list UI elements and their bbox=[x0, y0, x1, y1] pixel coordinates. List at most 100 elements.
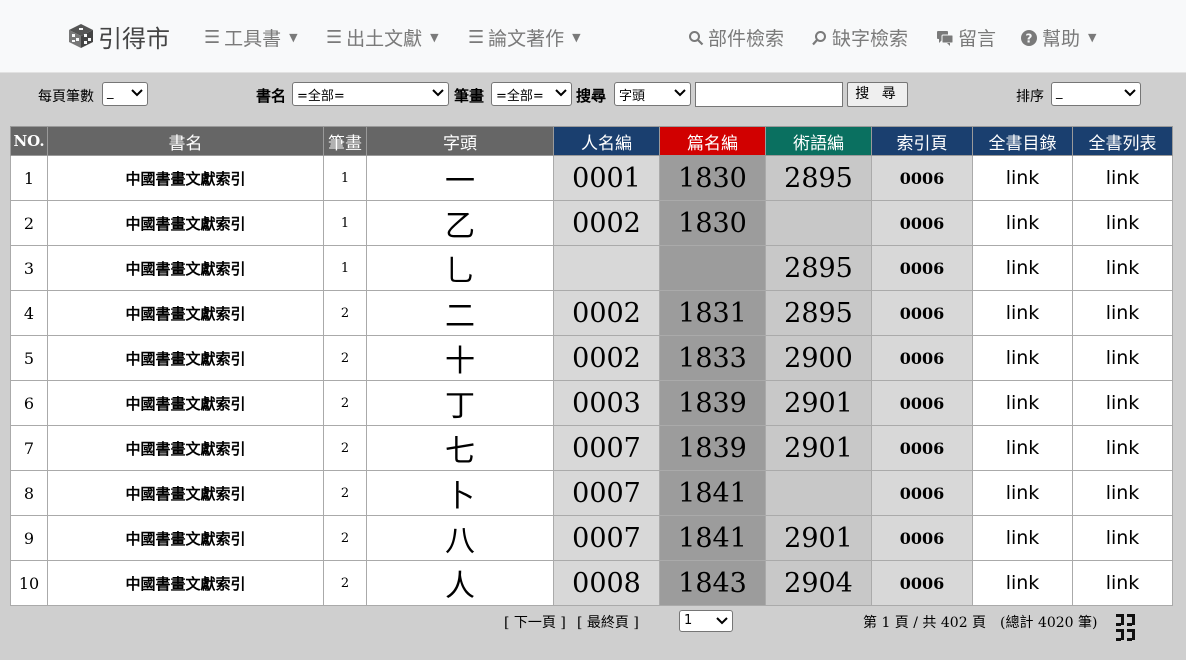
cell-title-index[interactable] bbox=[659, 245, 766, 291]
cell-no: 6 bbox=[10, 380, 48, 426]
cell-list-link[interactable]: link bbox=[1072, 380, 1173, 426]
cell-toc-link[interactable]: link bbox=[972, 425, 1073, 471]
cell-toc-link[interactable]: link bbox=[972, 380, 1073, 426]
cell-title-index[interactable]: 1830 bbox=[659, 155, 766, 201]
cell-toc-link[interactable]: link bbox=[972, 335, 1073, 381]
search-field-select[interactable]: 字頭 bbox=[614, 82, 691, 106]
search-icon bbox=[812, 30, 826, 45]
page-select[interactable]: 1 bbox=[679, 610, 733, 632]
col-header-list: 全書列表 bbox=[1072, 126, 1173, 156]
cell-title-index[interactable]: 1831 bbox=[659, 290, 766, 336]
book-select[interactable]: =全部= bbox=[292, 82, 449, 106]
cell-list-link[interactable]: link bbox=[1072, 515, 1173, 561]
cell-toc-link[interactable]: link bbox=[972, 245, 1073, 291]
cell-title-index[interactable]: 1839 bbox=[659, 380, 766, 426]
cell-toc-link[interactable]: link bbox=[972, 515, 1073, 561]
cell-list-link[interactable]: link bbox=[1072, 560, 1173, 606]
cell-person-index[interactable]: 0007 bbox=[553, 470, 660, 516]
cell-list-link[interactable]: link bbox=[1072, 470, 1173, 516]
cell-person-index[interactable]: 0003 bbox=[553, 380, 660, 426]
cell-list-link[interactable]: link bbox=[1072, 290, 1173, 336]
cell-index-page[interactable]: 0006 bbox=[871, 200, 973, 246]
cell-book: 中國書畫文獻索引 bbox=[47, 515, 324, 561]
nav-excavated-dropdown[interactable]: ☰ 出土文獻 ▼ bbox=[326, 24, 439, 51]
cell-title-index[interactable]: 1839 bbox=[659, 425, 766, 471]
cell-char: 乙 bbox=[366, 200, 554, 246]
cell-term-index[interactable] bbox=[765, 200, 872, 246]
nav-missing-char-search[interactable]: 缺字檢索 bbox=[812, 24, 908, 51]
cell-book: 中國書畫文獻索引 bbox=[47, 335, 324, 381]
cell-title-index[interactable]: 1833 bbox=[659, 335, 766, 381]
cell-title-index[interactable]: 1841 bbox=[659, 515, 766, 561]
cell-list-link[interactable]: link bbox=[1072, 425, 1173, 471]
cell-list-link[interactable]: link bbox=[1072, 335, 1173, 381]
cell-term-index[interactable]: 2895 bbox=[765, 155, 872, 201]
cell-strokes: 1 bbox=[323, 200, 367, 246]
cell-index-page[interactable]: 0006 bbox=[871, 380, 973, 426]
cell-index-page[interactable]: 0006 bbox=[871, 335, 973, 381]
cell-strokes: 2 bbox=[323, 380, 367, 426]
cell-person-index[interactable]: 0001 bbox=[553, 155, 660, 201]
next-page-link[interactable]: [ 下一頁 ] bbox=[504, 612, 566, 632]
table-body: 1 中國書畫文獻索引 1 一 0001 1830 2895 0006 link link 2 中國書畫… bbox=[10, 155, 1173, 606]
col-header-no: NO. bbox=[10, 126, 48, 156]
last-page-link[interactable]: [ 最終頁 ] bbox=[577, 612, 639, 632]
cell-index-page[interactable]: 0006 bbox=[871, 470, 973, 516]
cell-person-index[interactable]: 0008 bbox=[553, 560, 660, 606]
cell-person-index[interactable]: 0002 bbox=[553, 200, 660, 246]
cell-title-index[interactable]: 1843 bbox=[659, 560, 766, 606]
nav-tools-dropdown[interactable]: ☰ 工具書 ▼ bbox=[204, 24, 298, 51]
cell-toc-link[interactable]: link bbox=[972, 470, 1073, 516]
cell-index-page[interactable]: 0006 bbox=[871, 290, 973, 336]
cell-book: 中國書畫文獻索引 bbox=[47, 290, 324, 336]
cell-person-index[interactable]: 0007 bbox=[553, 515, 660, 561]
cell-term-index[interactable] bbox=[765, 470, 872, 516]
chevron-down-icon bbox=[674, 89, 686, 97]
cell-index-page[interactable]: 0006 bbox=[871, 155, 973, 201]
cell-term-index[interactable]: 2904 bbox=[765, 560, 872, 606]
cell-person-index[interactable]: 0002 bbox=[553, 335, 660, 381]
per-page-select[interactable]: _ bbox=[102, 82, 148, 106]
cell-toc-link[interactable]: link bbox=[972, 560, 1073, 606]
stroke-label: 筆畫 bbox=[454, 87, 485, 105]
cell-book: 中國書畫文獻索引 bbox=[47, 560, 324, 606]
search-button[interactable]: 搜 尋 bbox=[847, 82, 908, 107]
nav-message-label: 留言 bbox=[958, 28, 997, 50]
col-header-char: 字頭 bbox=[366, 126, 554, 156]
cell-title-index[interactable]: 1830 bbox=[659, 200, 766, 246]
caret-down-icon: ▼ bbox=[572, 31, 581, 44]
cell-strokes: 2 bbox=[323, 470, 367, 516]
cell-person-index[interactable] bbox=[553, 245, 660, 291]
cell-index-page[interactable]: 0006 bbox=[871, 515, 973, 561]
nav-help-dropdown[interactable]: ? 幫助 ▼ bbox=[1020, 24, 1096, 51]
sort-select[interactable]: _ bbox=[1051, 82, 1141, 106]
cell-index-page[interactable]: 0006 bbox=[871, 245, 973, 291]
cell-toc-link[interactable]: link bbox=[972, 290, 1073, 336]
cell-index-page[interactable]: 0006 bbox=[871, 425, 973, 471]
cell-term-index[interactable]: 2901 bbox=[765, 425, 872, 471]
results-table: NO. 書名 筆畫 字頭 人名編 篇名編 術語編 索引頁 全書目錄 全書列表 1… bbox=[10, 126, 1173, 606]
brand[interactable]: 引得市 bbox=[68, 20, 170, 53]
cell-term-index[interactable]: 2895 bbox=[765, 290, 872, 336]
col-header-title-index: 篇名編 bbox=[659, 126, 766, 156]
cell-toc-link[interactable]: link bbox=[972, 155, 1073, 201]
cell-index-page[interactable]: 0006 bbox=[871, 560, 973, 606]
cell-term-index[interactable]: 2901 bbox=[765, 380, 872, 426]
cell-no: 5 bbox=[10, 335, 48, 381]
qr-code-icon[interactable] bbox=[1116, 614, 1136, 644]
search-input[interactable] bbox=[695, 82, 843, 107]
cell-person-index[interactable]: 0002 bbox=[553, 290, 660, 336]
stroke-select[interactable]: =全部= bbox=[491, 82, 572, 106]
nav-message[interactable]: 留言 bbox=[936, 24, 996, 51]
nav-component-search[interactable]: 部件檢索 bbox=[688, 24, 784, 51]
cell-list-link[interactable]: link bbox=[1072, 245, 1173, 291]
cell-term-index[interactable]: 2895 bbox=[765, 245, 872, 291]
nav-papers-dropdown[interactable]: ☰ 論文著作 ▼ bbox=[468, 24, 581, 51]
cell-term-index[interactable]: 2900 bbox=[765, 335, 872, 381]
cell-list-link[interactable]: link bbox=[1072, 155, 1173, 201]
cell-toc-link[interactable]: link bbox=[972, 200, 1073, 246]
cell-person-index[interactable]: 0007 bbox=[553, 425, 660, 471]
cell-list-link[interactable]: link bbox=[1072, 200, 1173, 246]
cell-title-index[interactable]: 1841 bbox=[659, 470, 766, 516]
cell-term-index[interactable]: 2901 bbox=[765, 515, 872, 561]
